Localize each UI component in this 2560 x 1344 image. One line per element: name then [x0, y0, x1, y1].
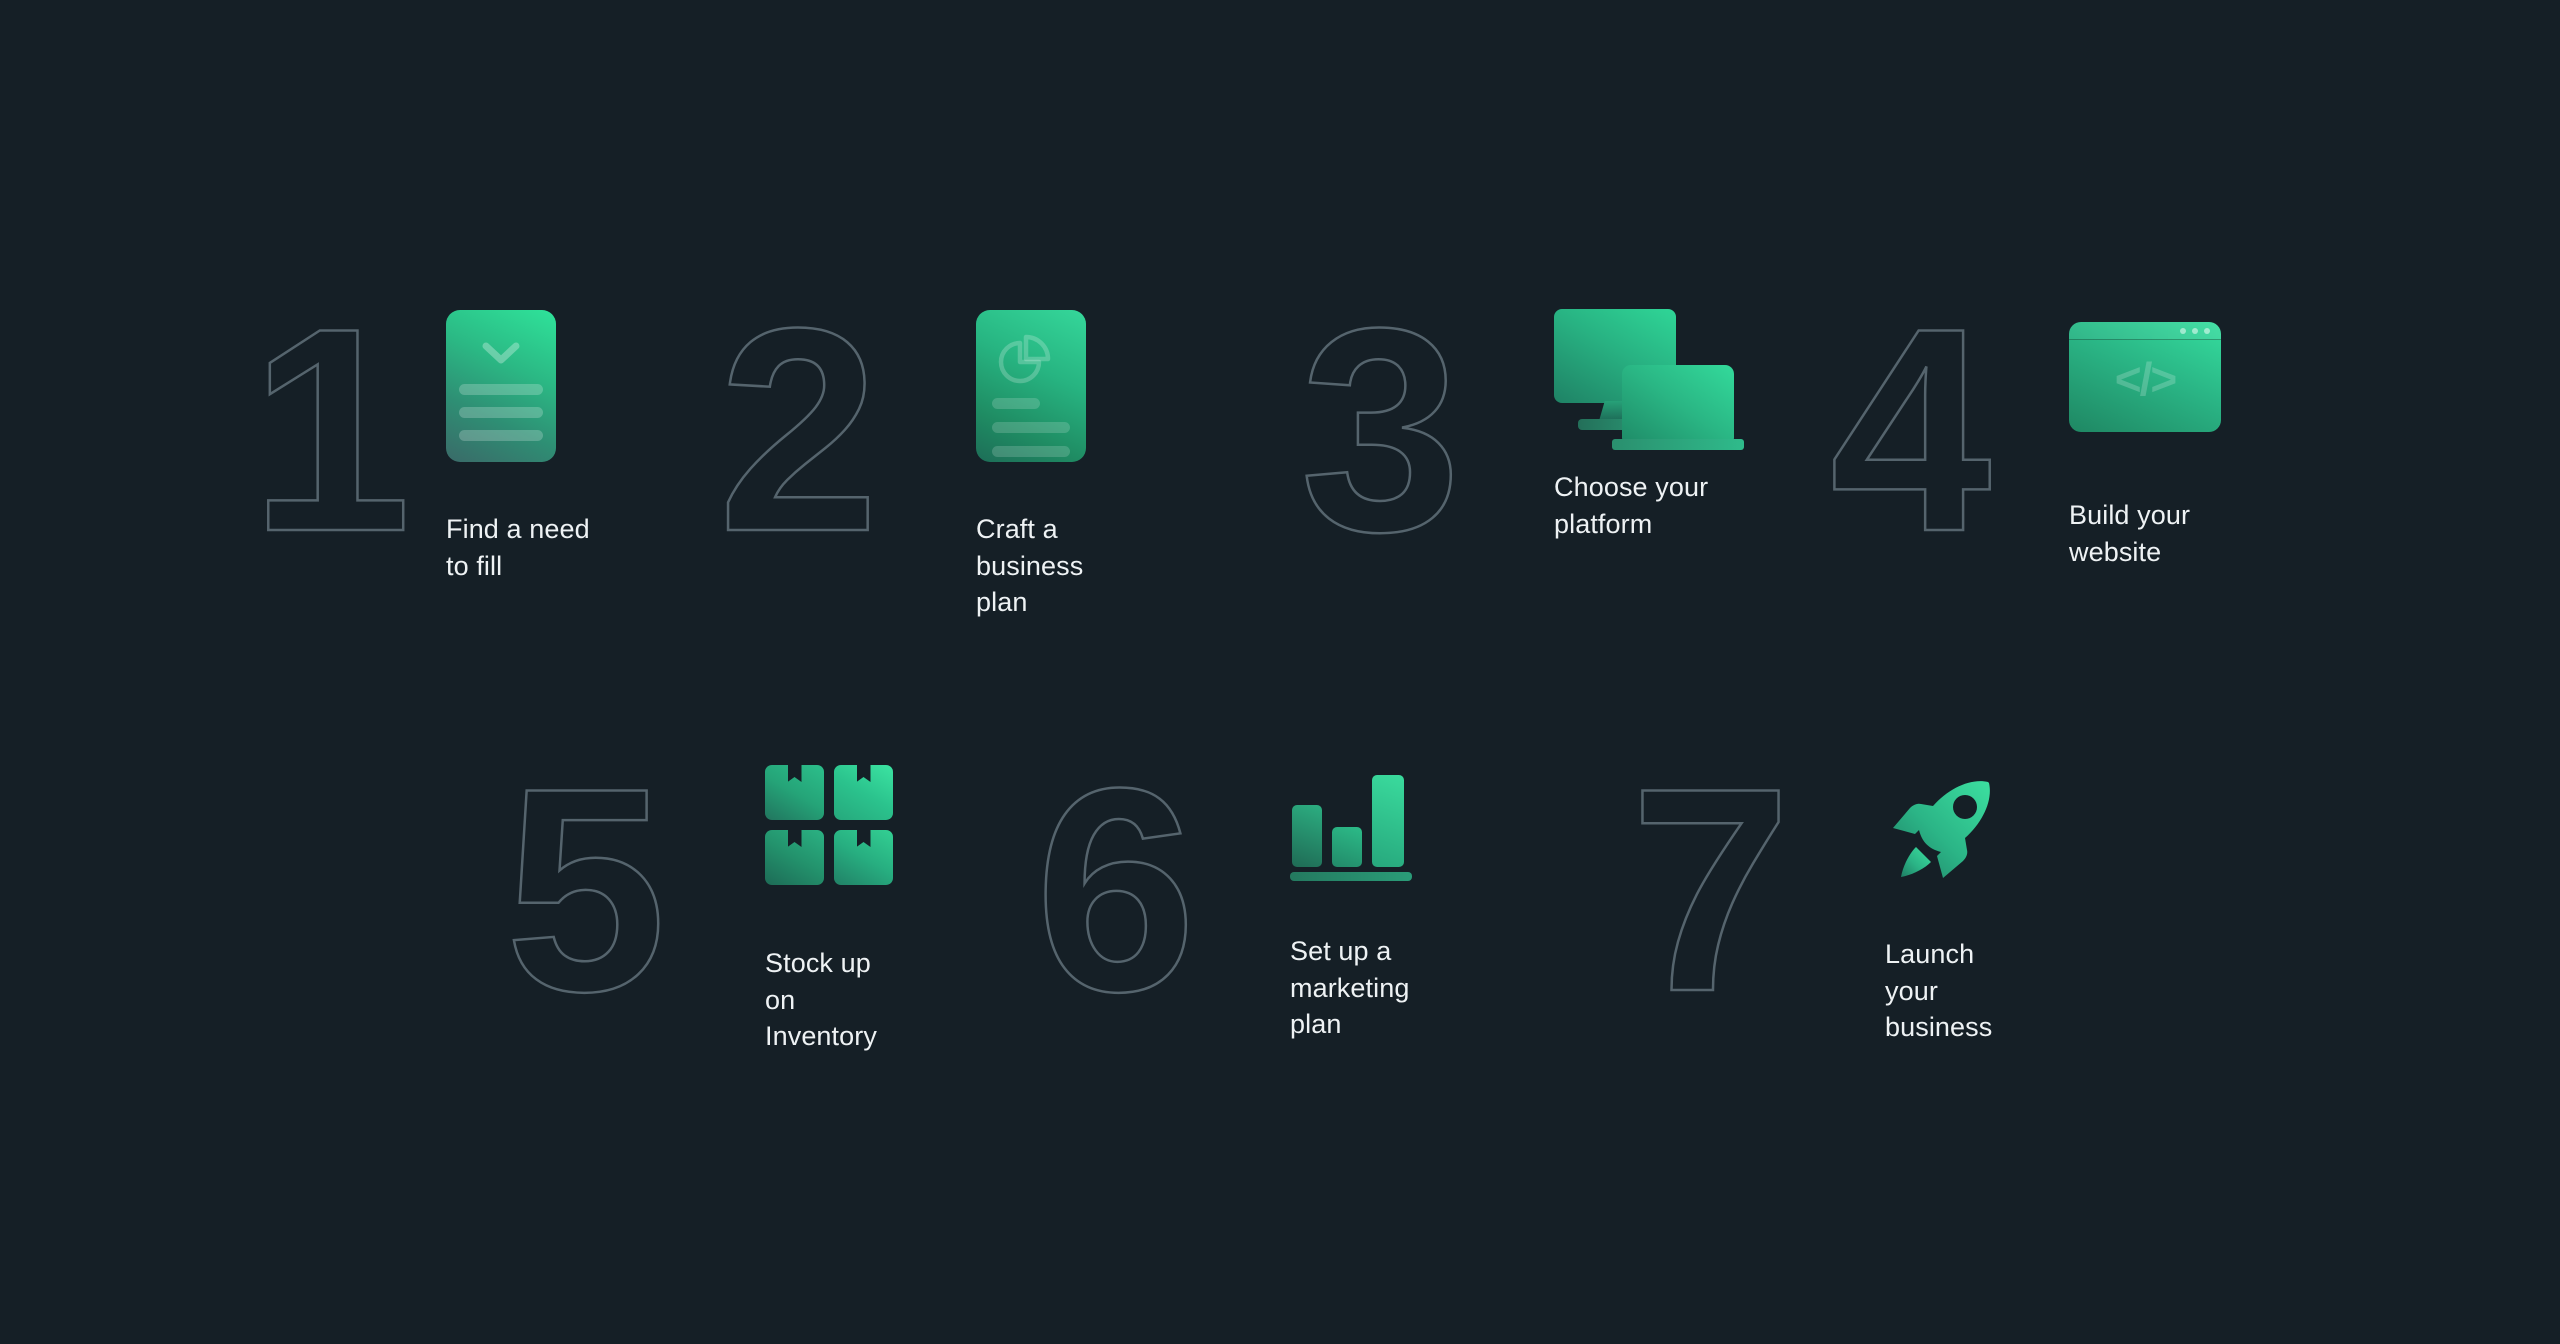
browser-dot — [2180, 328, 2186, 334]
step-item-7: 7 Launch your business — [1629, 728, 2030, 1052]
step-number-6: 6 — [1034, 728, 1198, 1052]
document-line — [992, 446, 1070, 457]
step-item-6: 6 Set up a marketing plan — [1034, 728, 1435, 1052]
step-item-1: 1 Find a need to fill — [249, 268, 600, 592]
step-content-4: </> Build your website — [2069, 322, 2250, 570]
chart-bar — [1372, 775, 1404, 867]
document-line — [992, 422, 1070, 433]
browser-dot — [2204, 328, 2210, 334]
step-item-3: 3 Choose your platform — [1299, 268, 1744, 592]
document-lines — [992, 398, 1070, 462]
monitor-laptop-icon — [1554, 309, 1754, 450]
code-glyph: </> — [2114, 353, 2178, 405]
step-label-3: Choose your platform — [1554, 472, 1709, 539]
chart-baseline — [1290, 872, 1412, 881]
chart-bar — [1332, 827, 1362, 867]
document-line — [459, 384, 543, 395]
step-number-3: 3 — [1299, 268, 1463, 592]
step-label-5: Stock up on Inventory — [765, 948, 877, 1052]
step-number-1: 1 — [249, 268, 413, 592]
rocket-glyph — [1893, 781, 1990, 878]
browser-code-icon: </> — [2069, 322, 2250, 432]
document-checklist-icon — [446, 310, 590, 462]
step-content-1: Find a need to fill — [446, 310, 590, 584]
step-label-4: Build your website — [2069, 500, 2191, 567]
document-line — [459, 407, 543, 418]
document-line — [459, 430, 543, 441]
step-item-2: 2 Craft a business plan — [717, 268, 1086, 617]
steps-infographic: 1 Find a need to fill 2 Craft a business… — [0, 0, 2560, 1344]
step-number-7: 7 — [1629, 728, 1793, 1052]
boxes-inventory-icon — [765, 765, 893, 885]
document-lines — [459, 384, 543, 453]
document-line — [992, 398, 1041, 409]
box-tape — [856, 830, 871, 847]
box-tape — [856, 765, 871, 782]
step-content-7: Launch your business — [1885, 770, 2030, 1046]
check-icon — [482, 342, 520, 364]
browser-dot — [2192, 328, 2198, 334]
step-content-6: Set up a marketing plan — [1290, 775, 1435, 1043]
step-content-3: Choose your platform — [1554, 309, 1754, 542]
step-label-7: Launch your business — [1885, 939, 1993, 1043]
inventory-box — [834, 830, 893, 885]
chart-bar — [1292, 805, 1322, 867]
laptop-screen — [1622, 365, 1734, 441]
inventory-box — [765, 830, 824, 885]
step-item-5: 5 Stock up on Inventory — [504, 728, 893, 1052]
step-content-5: Stock up on Inventory — [765, 765, 893, 1055]
step-number-2: 2 — [717, 268, 881, 592]
step-item-4: 4 </> Build your website — [1829, 268, 2250, 592]
step-number-4: 4 — [1829, 268, 1993, 592]
box-tape — [787, 830, 802, 847]
inventory-box — [765, 765, 824, 820]
rocket-icon — [1885, 770, 2001, 886]
step-content-2: Craft a business plan — [976, 310, 1086, 621]
document-pie-chart-icon — [976, 310, 1086, 462]
step-label-1: Find a need to fill — [446, 514, 590, 581]
step-label-6: Set up a marketing plan — [1290, 936, 1410, 1040]
browser-title-bar — [2069, 322, 2221, 340]
box-tape — [787, 765, 802, 782]
pie-chart-icon — [998, 334, 1051, 384]
bar-chart-icon — [1290, 775, 1412, 881]
step-label-2: Craft a business plan — [976, 514, 1084, 618]
browser-window-dots — [2180, 328, 2210, 334]
laptop-base — [1612, 439, 1744, 450]
inventory-box — [834, 765, 893, 820]
step-number-5: 5 — [504, 728, 668, 1052]
